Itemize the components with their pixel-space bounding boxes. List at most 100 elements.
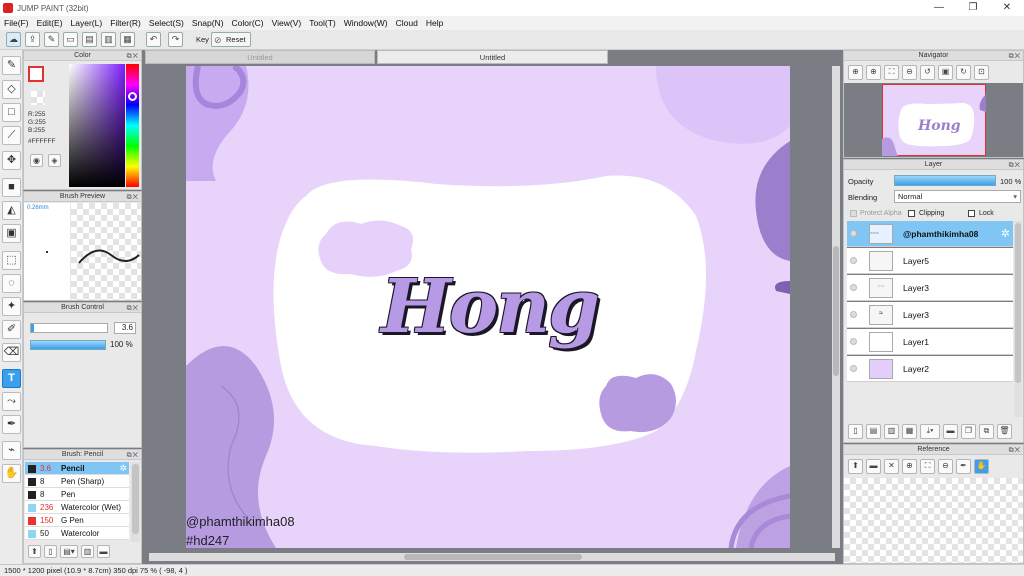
brush-item-watercolor-wet[interactable]: 236 Watercolor (Wet)	[25, 501, 129, 514]
monitor-icon[interactable]: ▭	[63, 32, 78, 47]
layer-row[interactable]: Layer2	[847, 356, 1013, 382]
navigator-preview[interactable]: Hong	[844, 83, 1023, 157]
brush-settings-icon[interactable]: ▥	[81, 545, 94, 558]
zoom-out-icon[interactable]: ⊖	[902, 65, 917, 80]
magic-wand-tool-icon[interactable]: ✦	[2, 297, 21, 316]
menu-view[interactable]: View(V)	[268, 18, 306, 28]
new-layer-icon[interactable]: ▯	[848, 424, 863, 439]
brush-item-g-pen[interactable]: 150 G Pen	[25, 514, 129, 527]
brush-new-icon[interactable]: ▯	[44, 545, 57, 558]
reference-open-icon[interactable]: ▬	[866, 459, 881, 474]
drawing-canvas[interactable]: Hong @phamthikimha08 #hd247	[186, 66, 790, 548]
reference-view[interactable]	[844, 478, 1023, 563]
hue-slider-handle[interactable]	[128, 92, 137, 101]
brush-list-scroll-thumb[interactable]	[132, 464, 139, 534]
lock-checkbox[interactable]	[968, 210, 975, 217]
menu-layer[interactable]: Layer(L)	[67, 18, 107, 28]
reset-button[interactable]: ⊘ Reset	[211, 32, 251, 47]
zoom-in-icon[interactable]: ⊕	[848, 65, 863, 80]
layer-row[interactable]: ~~ Layer3	[847, 275, 1013, 301]
bucket-tool-icon[interactable]: ◭	[2, 201, 21, 220]
operation-tool-icon[interactable]: ⤳	[2, 392, 21, 411]
canvas-horizontal-thumb[interactable]	[404, 554, 582, 560]
layer-list-scrollbar[interactable]	[1014, 221, 1022, 417]
select-eraser-tool-icon[interactable]: ⌫	[2, 343, 21, 362]
visibility-icon[interactable]	[850, 284, 857, 291]
reference-import-icon[interactable]: ⬆	[848, 459, 863, 474]
new-layer-1bit-icon[interactable]: ▥	[884, 424, 899, 439]
reference-zoom-in-icon[interactable]: ⊕	[902, 459, 917, 474]
grid-icon[interactable]: ▦	[120, 32, 135, 47]
rectangle-tool-icon[interactable]: □	[2, 103, 21, 122]
close-button[interactable]: ✕	[990, 0, 1024, 16]
move-tool-icon[interactable]: ✥	[2, 151, 21, 170]
menu-file[interactable]: File(F)	[0, 18, 33, 28]
brush-item-pencil[interactable]: 3.6 Pencil ✲	[25, 462, 129, 475]
menu-tool[interactable]: Tool(T)	[305, 18, 339, 28]
menu-color[interactable]: Color(C)	[228, 18, 268, 28]
flip-icon[interactable]: ▣	[938, 65, 953, 80]
menu-select[interactable]: Select(S)	[145, 18, 188, 28]
document-icon[interactable]: ▤	[82, 32, 97, 47]
layer-opacity-slider[interactable]	[894, 175, 996, 186]
comment-icon[interactable]: ✎	[44, 32, 59, 47]
visibility-icon[interactable]	[850, 230, 857, 237]
menu-cloud[interactable]: Cloud	[392, 18, 422, 28]
brush-add-icon[interactable]: ⬆	[28, 545, 41, 558]
panel-window-icons[interactable]: ⧉✕	[127, 451, 139, 461]
brush-item-watercolor[interactable]: 50 Watercolor	[25, 527, 129, 540]
redo-icon[interactable]: ↷	[168, 32, 183, 47]
brush-folder-icon[interactable]: ▬	[97, 545, 110, 558]
select-pen-tool-icon[interactable]: ✐	[2, 320, 21, 339]
actual-size-icon[interactable]: ⛶	[884, 65, 899, 80]
menu-filter[interactable]: Filter(R)	[106, 18, 145, 28]
folder-icon[interactable]: ▬	[943, 424, 958, 439]
reference-close-icon[interactable]: ✕	[884, 459, 899, 474]
rotate-right-icon[interactable]: ↻	[956, 65, 971, 80]
brush-item-pen-sharp[interactable]: 8 Pen (Sharp)	[25, 475, 129, 488]
visibility-icon[interactable]	[850, 257, 857, 264]
canvas-horizontal-scrollbar[interactable]	[149, 553, 835, 561]
clipping-checkbox[interactable]	[908, 210, 915, 217]
share-icon[interactable]: ⇪	[25, 32, 40, 47]
brush-item-pen[interactable]: 8 Pen	[25, 488, 129, 501]
hue-slider[interactable]	[126, 64, 139, 187]
visibility-icon[interactable]	[850, 338, 857, 345]
lasso-tool-icon[interactable]: ◌	[2, 274, 21, 293]
minimize-button[interactable]: —	[922, 0, 956, 16]
pen-tool-icon[interactable]: ✒	[2, 415, 21, 434]
merge-layer-icon[interactable]: ⧉	[979, 424, 994, 439]
zoom-fit-icon[interactable]: ⊕	[866, 65, 881, 80]
new-folder-layer-icon[interactable]: ▦	[902, 424, 917, 439]
protect-alpha-checkbox[interactable]	[850, 210, 857, 217]
canvas-vertical-scrollbar[interactable]	[832, 66, 840, 548]
layer-list-scroll-thumb[interactable]	[1015, 223, 1021, 383]
layer-add-menu-icon[interactable]: ⤓▾	[920, 424, 940, 439]
panel-window-icons[interactable]: ⧉✕	[1009, 52, 1021, 62]
text-tool-icon[interactable]: T	[2, 369, 21, 388]
palette-icon[interactable]: ◉	[30, 154, 43, 167]
brush-tool-icon[interactable]: ✎	[2, 56, 21, 75]
layer-row[interactable]: ≈ Layer3	[847, 302, 1013, 328]
color-picker-icon[interactable]: ◈	[48, 154, 61, 167]
fill-rectangle-tool-icon[interactable]: ■	[2, 178, 21, 197]
saturation-value-picker[interactable]	[69, 64, 125, 187]
brush-size-slider[interactable]	[30, 323, 108, 333]
cloud-icon[interactable]: ☁	[6, 32, 21, 47]
menu-window[interactable]: Window(W)	[340, 18, 392, 28]
canvas-vertical-thumb[interactable]	[833, 246, 839, 376]
blending-select[interactable]: Normal ▾	[894, 190, 1021, 203]
gradient-tool-icon[interactable]: ▣	[2, 224, 21, 243]
reference-hand-icon[interactable]: ✋	[974, 459, 989, 474]
visibility-icon[interactable]	[850, 365, 857, 372]
menu-edit[interactable]: Edit(E)	[33, 18, 67, 28]
hand-tool-icon[interactable]: ✋	[2, 464, 21, 483]
layer-row[interactable]: ~~~ @phamthikimha08 ✲	[847, 221, 1013, 247]
panel-window-icons[interactable]: ⧉✕	[1009, 161, 1021, 171]
panel-window-icons[interactable]: ⧉✕	[127, 52, 139, 62]
select-rect-tool-icon[interactable]: ⬚	[2, 251, 21, 270]
visibility-icon[interactable]	[850, 311, 857, 318]
gear-icon[interactable]: ✲	[1001, 227, 1010, 240]
layer-row[interactable]: Layer1	[847, 329, 1013, 355]
reference-eyedropper-icon[interactable]: ✒	[956, 459, 971, 474]
